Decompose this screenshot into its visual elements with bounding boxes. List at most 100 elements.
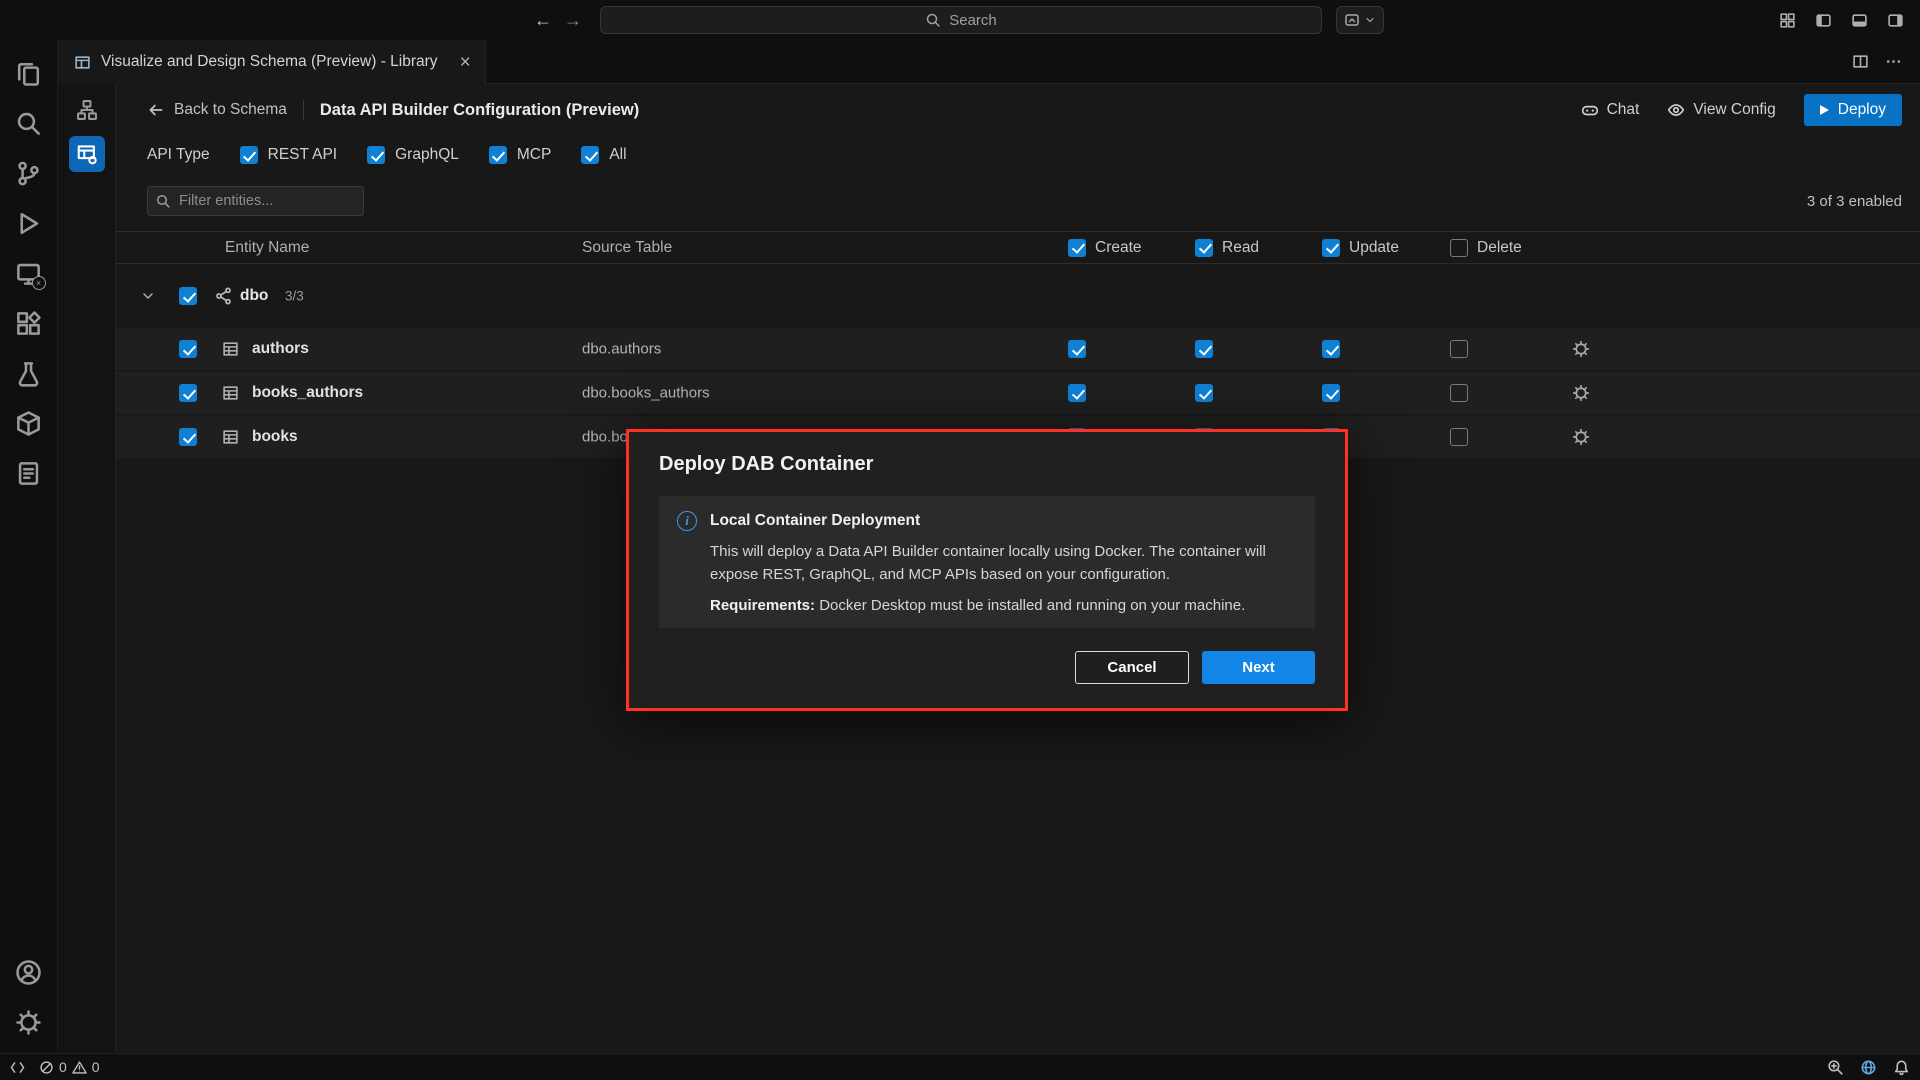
column-entity-name: Entity Name xyxy=(225,239,309,257)
back-label: Back to Schema xyxy=(174,101,287,119)
nav-back-icon[interactable]: ← xyxy=(528,10,558,31)
problems-counter[interactable]: 0 0 xyxy=(39,1059,100,1075)
next-button[interactable]: Next xyxy=(1202,651,1315,684)
remote-explorer-icon[interactable]: × xyxy=(5,248,53,298)
read-checkbox[interactable] xyxy=(1195,384,1213,402)
update-checkbox[interactable] xyxy=(1322,384,1340,402)
dialog-title: Deploy DAB Container xyxy=(659,453,873,476)
api-option-graphql[interactable]: GraphQL xyxy=(367,146,459,164)
schema-designer-icon[interactable] xyxy=(69,92,105,128)
graphql-checkbox[interactable] xyxy=(367,146,385,164)
create-all-checkbox[interactable] xyxy=(1068,239,1086,257)
table-row-books-authors[interactable]: books_authors dbo.books_authors xyxy=(116,372,1920,414)
requirements-text: Docker Desktop must be installed and run… xyxy=(815,597,1245,614)
notifications-bell-icon[interactable] xyxy=(1893,1059,1910,1076)
layout-grid-icon[interactable] xyxy=(1776,9,1798,31)
titlebar-dropdown[interactable] xyxy=(1336,6,1384,34)
column-create: Create xyxy=(1068,239,1142,257)
api-option-rest[interactable]: REST API xyxy=(240,146,338,164)
schema-group-row[interactable]: dbo 3/3 xyxy=(116,272,1920,320)
graphql-label: GraphQL xyxy=(395,146,459,164)
entity-name: books_authors xyxy=(252,384,363,402)
chevron-down-icon[interactable] xyxy=(140,288,156,304)
api-option-all[interactable]: All xyxy=(581,146,626,164)
zoom-icon[interactable] xyxy=(1827,1059,1844,1076)
read-checkbox[interactable] xyxy=(1195,340,1213,358)
table-icon xyxy=(222,429,239,446)
titlebar-layout-controls xyxy=(1776,9,1906,31)
mcp-checkbox[interactable] xyxy=(489,146,507,164)
extensions-icon[interactable] xyxy=(5,298,53,348)
chat-copilot-icon xyxy=(1581,101,1599,119)
delete-all-checkbox[interactable] xyxy=(1450,239,1468,257)
entity-settings-gear-icon[interactable] xyxy=(1572,384,1590,402)
schema-tab-icon xyxy=(74,54,91,71)
group-count: 3/3 xyxy=(285,289,304,304)
info-icon: i xyxy=(677,511,697,531)
filter-row: 3 of 3 enabled xyxy=(147,186,1902,216)
table-row-authors[interactable]: authors dbo.authors xyxy=(116,328,1920,370)
info-panel: i Local Container Deployment This will d… xyxy=(659,496,1315,628)
settings-gear-icon[interactable] xyxy=(5,997,53,1047)
toggle-panel-icon[interactable] xyxy=(1848,9,1870,31)
chat-button[interactable]: Chat xyxy=(1581,101,1640,119)
deploy-button[interactable]: Deploy xyxy=(1804,94,1902,126)
notes-icon[interactable] xyxy=(5,448,53,498)
create-checkbox[interactable] xyxy=(1068,340,1086,358)
explorer-icon[interactable] xyxy=(5,48,53,98)
search-sidebar-icon[interactable] xyxy=(5,98,53,148)
run-debug-icon[interactable] xyxy=(5,198,53,248)
create-label: Create xyxy=(1095,239,1142,257)
entity-settings-gear-icon[interactable] xyxy=(1572,428,1590,446)
delete-checkbox[interactable] xyxy=(1450,428,1468,446)
read-all-checkbox[interactable] xyxy=(1195,239,1213,257)
dialog-buttons: Cancel Next xyxy=(1075,651,1315,684)
update-all-checkbox[interactable] xyxy=(1322,239,1340,257)
dab-config-icon[interactable] xyxy=(69,136,105,172)
simple-browser-icon[interactable] xyxy=(1860,1059,1877,1076)
chat-label: Chat xyxy=(1607,101,1640,119)
update-checkbox[interactable] xyxy=(1322,340,1340,358)
entity-settings-gear-icon[interactable] xyxy=(1572,340,1590,358)
rest-api-label: REST API xyxy=(268,146,338,164)
command-center-search[interactable]: Search xyxy=(600,6,1322,34)
enabled-summary: 3 of 3 enabled xyxy=(1807,193,1902,210)
view-config-button[interactable]: View Config xyxy=(1667,101,1775,119)
source-control-icon[interactable] xyxy=(5,148,53,198)
row-checkbox[interactable] xyxy=(179,384,197,402)
cancel-button[interactable]: Cancel xyxy=(1075,651,1189,684)
testing-icon[interactable] xyxy=(5,348,53,398)
row-checkbox[interactable] xyxy=(179,428,197,446)
back-to-schema-link[interactable]: Back to Schema xyxy=(147,101,287,119)
tab-label: Visualize and Design Schema (Preview) - … xyxy=(101,53,438,71)
all-checkbox[interactable] xyxy=(581,146,599,164)
tab-visualize-design-schema[interactable]: Visualize and Design Schema (Preview) - … xyxy=(58,40,486,84)
package-icon[interactable] xyxy=(5,398,53,448)
api-option-mcp[interactable]: MCP xyxy=(489,146,551,164)
column-delete: Delete xyxy=(1450,239,1522,257)
toggle-sidebar-icon[interactable] xyxy=(1812,9,1834,31)
delete-checkbox[interactable] xyxy=(1450,340,1468,358)
split-editor-icon[interactable] xyxy=(1852,53,1869,70)
info-panel-title: Local Container Deployment xyxy=(710,512,920,530)
rest-api-checkbox[interactable] xyxy=(240,146,258,164)
nav-forward-icon[interactable]: → xyxy=(558,10,588,31)
account-icon[interactable] xyxy=(5,947,53,997)
column-source-table: Source Table xyxy=(582,239,672,257)
more-actions-icon[interactable] xyxy=(1885,53,1902,70)
row-checkbox[interactable] xyxy=(179,340,197,358)
arrow-left-icon xyxy=(147,101,165,119)
filter-entities-input[interactable] xyxy=(147,186,364,216)
warning-icon xyxy=(72,1060,87,1075)
toggle-secondary-sidebar-icon[interactable] xyxy=(1884,9,1906,31)
eye-icon xyxy=(1667,101,1685,119)
create-checkbox[interactable] xyxy=(1068,384,1086,402)
group-checkbox[interactable] xyxy=(179,287,197,305)
column-read: Read xyxy=(1195,239,1259,257)
tab-close-icon[interactable]: × xyxy=(460,53,471,72)
deploy-label: Deploy xyxy=(1838,101,1886,119)
status-bar: 0 0 xyxy=(0,1053,1920,1080)
remote-indicator-icon[interactable] xyxy=(10,1060,25,1075)
delete-checkbox[interactable] xyxy=(1450,384,1468,402)
chevron-down-icon xyxy=(1364,14,1376,26)
